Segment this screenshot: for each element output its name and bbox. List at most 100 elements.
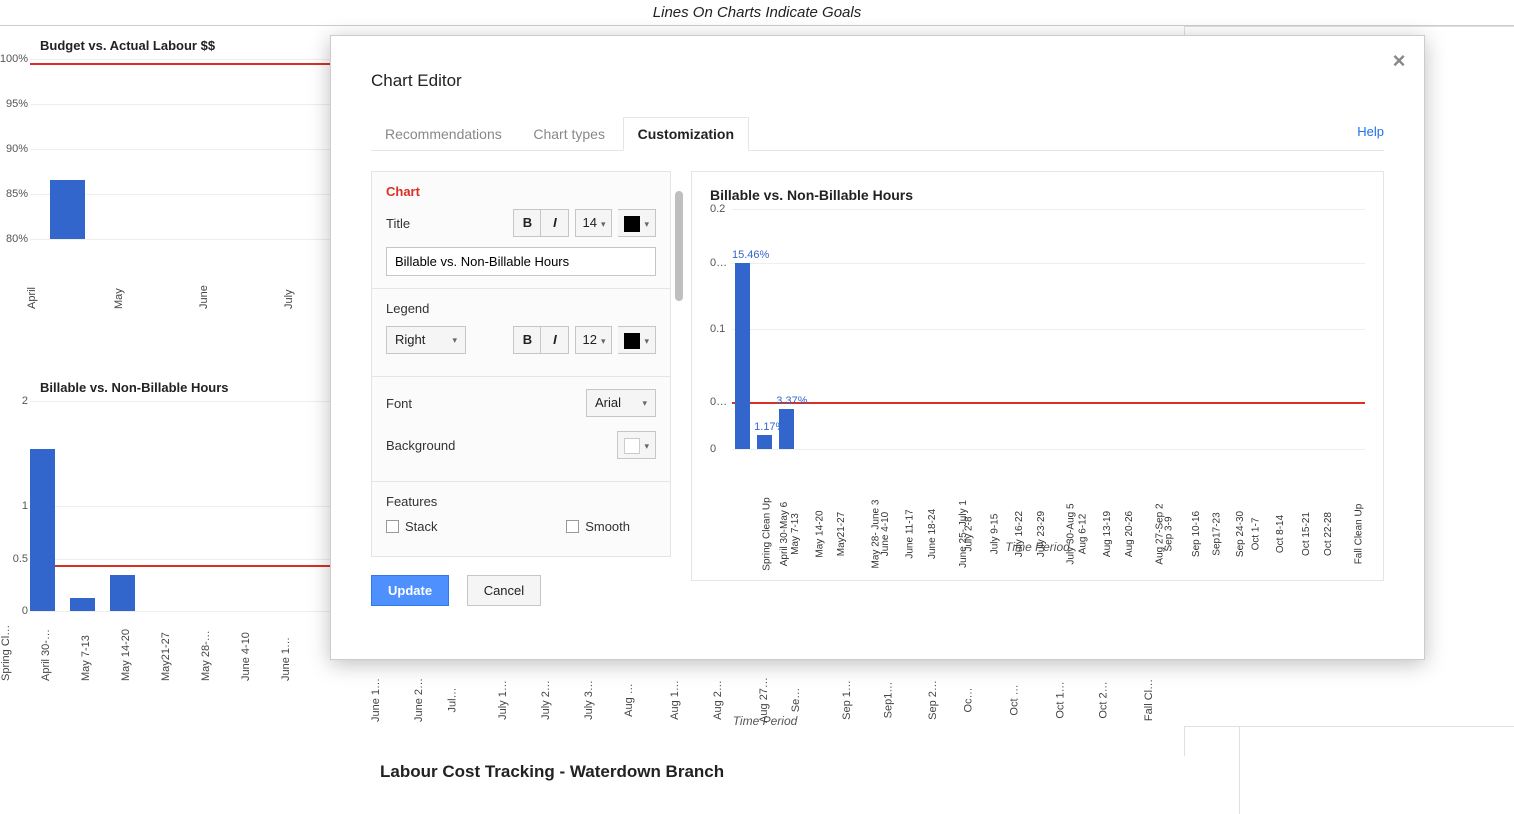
xlabel: Fall Cl… xyxy=(1143,679,1155,721)
xlabel: Sep 10-16 xyxy=(1191,511,1202,557)
xlabel: Sep 3-9 xyxy=(1163,516,1174,551)
xlabel: June 11-17 xyxy=(905,509,916,558)
stack-checkbox[interactable]: Stack xyxy=(386,519,438,534)
section-chart-header: Chart xyxy=(386,184,656,199)
data-label: 3.37% xyxy=(776,395,807,407)
background-color-select[interactable] xyxy=(617,431,656,459)
help-link[interactable]: Help xyxy=(1357,124,1384,139)
xlabel: Oct 22-28 xyxy=(1323,512,1334,556)
background-label: Background xyxy=(386,438,611,453)
title-font-size-select[interactable]: 14 xyxy=(575,209,612,237)
xlabel: Aug 20-26 xyxy=(1125,511,1136,557)
xlabel: May21-27 xyxy=(160,632,172,681)
xlabel: July 9-15 xyxy=(989,514,1000,555)
title-color-select[interactable] xyxy=(618,209,656,237)
tab-chart-types[interactable]: Chart types xyxy=(519,118,619,150)
tab-recommendations[interactable]: Recommendations xyxy=(371,118,516,150)
legend-color-select[interactable] xyxy=(618,326,656,354)
data-label: 15.46% xyxy=(732,249,769,261)
xlabel: Oct 1… xyxy=(1055,681,1067,718)
sheet-header: Lines On Charts Indicate Goals xyxy=(0,0,1514,26)
xlabel: July 16-22 xyxy=(1014,511,1025,557)
ytick: 95% xyxy=(6,98,28,110)
smooth-label: Smooth xyxy=(585,519,630,534)
chart-preview: Billable vs. Non-Billable Hours 00…0.10…… xyxy=(691,171,1384,581)
bg-chart1-title: Budget vs. Actual Labour $$ xyxy=(40,38,330,53)
ytick: 1 xyxy=(22,500,28,512)
xlabel: July 30-Aug 5 xyxy=(1066,503,1077,564)
close-icon[interactable]: × xyxy=(1389,51,1409,71)
xlabel: May 28-… xyxy=(200,630,212,681)
data-label: 1.17% xyxy=(754,421,785,433)
title-italic-button[interactable]: I xyxy=(541,209,569,237)
bg-chart-billable: Billable vs. Non-Billable Hours 2 1 0.5 … xyxy=(0,380,330,681)
xlabel: Sep1… xyxy=(882,682,894,719)
ytick: 90% xyxy=(6,143,28,155)
ytick: 0… xyxy=(710,257,727,269)
title-label: Title xyxy=(386,216,507,231)
xlabel: May 14-20 xyxy=(815,510,826,557)
sidebar-scrollbar[interactable] xyxy=(675,191,683,301)
xlabel: June 1… xyxy=(280,637,292,681)
xlabel: May xyxy=(113,288,125,309)
bg-chart2-title: Billable vs. Non-Billable Hours xyxy=(40,380,330,395)
xlabel: Sep 1… xyxy=(841,680,853,720)
chart-title-input[interactable] xyxy=(386,247,656,276)
xlabel: Oct 8-14 xyxy=(1276,515,1287,553)
xlabel: July 1… xyxy=(497,680,509,720)
ytick: 2 xyxy=(22,395,28,407)
stack-label: Stack xyxy=(405,519,438,534)
font-family-select[interactable]: Arial xyxy=(586,389,656,417)
update-button[interactable]: Update xyxy=(371,575,449,606)
xlabel: Se… xyxy=(790,688,802,712)
xlabel: Aug 1… xyxy=(669,680,681,720)
ytick: 85% xyxy=(6,188,28,200)
xlabel: June 4-10 xyxy=(240,632,252,681)
ytick: 0.2 xyxy=(710,203,725,215)
legend-position-select[interactable]: Right xyxy=(386,326,466,354)
bar xyxy=(757,435,772,449)
legend-font-size-select[interactable]: 12 xyxy=(575,326,612,354)
xlabel: Oct 1-7 xyxy=(1251,518,1262,551)
font-label: Font xyxy=(386,396,580,411)
xlabel: May 7-13 xyxy=(790,513,801,555)
xlabel: June 2… xyxy=(413,678,425,722)
ytick: 0.5 xyxy=(13,553,28,565)
customization-sidebar: Chart Title B I 14 xyxy=(371,171,671,557)
legend-italic-button[interactable]: I xyxy=(541,326,569,354)
title-bold-button[interactable]: B xyxy=(513,209,541,237)
xlabel: May21-27 xyxy=(836,512,847,556)
xlabel: April 30-… xyxy=(40,629,52,681)
xlabel: July 3… xyxy=(583,680,595,720)
ytick: 0.1 xyxy=(710,323,725,335)
xlabel: July 2… xyxy=(540,680,552,720)
xlabel: April xyxy=(26,287,38,309)
xlabel: Sep 2… xyxy=(927,680,939,720)
legend-bold-button[interactable]: B xyxy=(513,326,541,354)
xlabel: Spring Cl… xyxy=(0,625,12,681)
preview-title: Billable vs. Non-Billable Hours xyxy=(710,187,1365,203)
xlabel: Oct … xyxy=(1009,684,1021,715)
xlabel: June 4-10 xyxy=(880,512,891,556)
section-title: Labour Cost Tracking - Waterdown Branch xyxy=(380,762,724,782)
xlabel: Oc… xyxy=(963,687,975,712)
cancel-button[interactable]: Cancel xyxy=(467,575,541,606)
features-label: Features xyxy=(386,494,656,509)
xlabel: Fall Clean Up xyxy=(1353,504,1364,565)
tab-customization[interactable]: Customization xyxy=(623,117,749,151)
xlabel: Aug 27… xyxy=(758,677,770,723)
xlabel: July xyxy=(283,289,295,309)
xlabel: Oct 2… xyxy=(1098,681,1110,718)
smooth-checkbox[interactable]: Smooth xyxy=(566,519,630,534)
xlabel: Aug 2… xyxy=(712,680,724,720)
xlabel: June 1… xyxy=(370,678,382,722)
chart-editor-dialog: × Chart Editor Recommendations Chart typ… xyxy=(330,35,1425,660)
xlabel: April 30-May 6 xyxy=(779,502,790,566)
ytick: 100% xyxy=(0,53,28,65)
legend-label: Legend xyxy=(386,301,656,316)
bar xyxy=(735,263,750,449)
xlabel: July 2-8 xyxy=(964,516,975,551)
xlabel: May 7-13 xyxy=(80,635,92,681)
ytick: 0… xyxy=(710,396,727,408)
xlabel: Sep17-23 xyxy=(1212,512,1223,555)
